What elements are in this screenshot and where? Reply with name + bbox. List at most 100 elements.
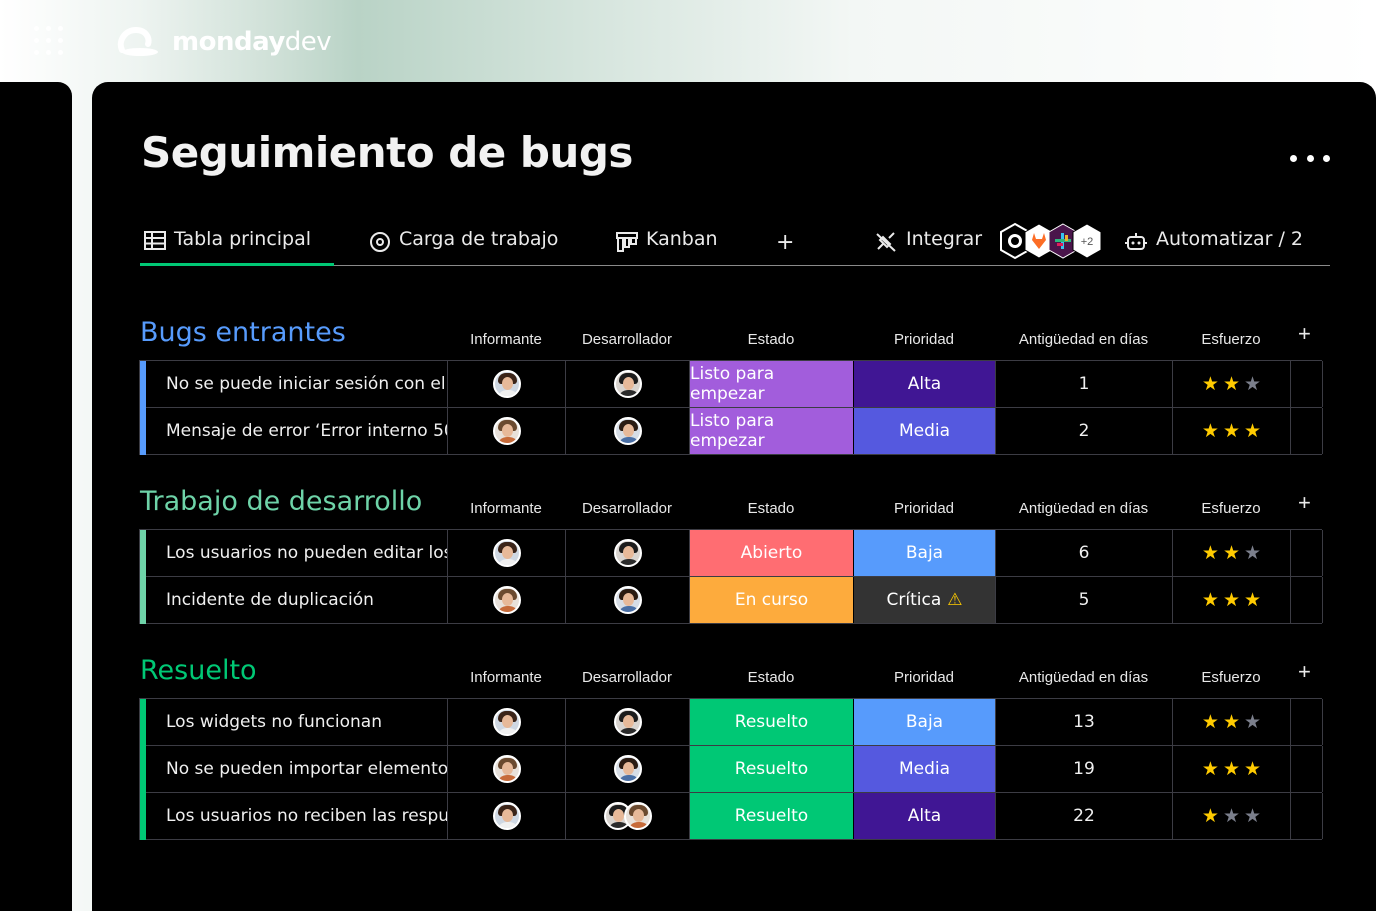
developer-cell[interactable] bbox=[566, 699, 690, 745]
developer-avatar[interactable] bbox=[613, 708, 642, 736]
developer-avatar[interactable] bbox=[613, 586, 642, 614]
star-icon[interactable]: ★ bbox=[1223, 805, 1240, 828]
star-icon[interactable]: ★ bbox=[1244, 805, 1261, 828]
reporter-cell[interactable] bbox=[448, 530, 566, 576]
table-row[interactable]: Los widgets no funcionan Resuelto Baja 13 ★ ★… bbox=[140, 699, 1323, 746]
developer-avatar[interactable] bbox=[613, 417, 642, 445]
developer-cell[interactable] bbox=[566, 408, 690, 454]
table-row[interactable]: No se puede iniciar sesión con el Listo p… bbox=[140, 361, 1323, 408]
tab-kanban[interactable]: Kanban bbox=[616, 228, 718, 266]
star-icon[interactable]: ★ bbox=[1223, 758, 1240, 781]
item-name[interactable]: Los usuarios no pueden editar los bbox=[146, 530, 448, 576]
priority-label[interactable]: Baja bbox=[854, 699, 996, 745]
star-icon[interactable]: ★ bbox=[1202, 711, 1219, 734]
star-icon[interactable]: ★ bbox=[1223, 542, 1240, 565]
developer-avatar[interactable] bbox=[613, 370, 642, 398]
column-header-developer[interactable]: Desarrollador bbox=[565, 669, 689, 686]
star-icon[interactable]: ★ bbox=[1202, 805, 1219, 828]
effort-rating[interactable]: ★ ★ ★ bbox=[1173, 361, 1291, 407]
effort-rating[interactable]: ★ ★ ★ bbox=[1173, 746, 1291, 792]
item-name[interactable]: Mensaje de error ‘Error interno 50 bbox=[146, 408, 448, 454]
priority-label[interactable]: Baja bbox=[854, 530, 996, 576]
star-icon[interactable]: ★ bbox=[1202, 373, 1219, 396]
table-row[interactable]: Mensaje de error ‘Error interno 50 Listo … bbox=[140, 408, 1323, 455]
developer-cell[interactable] bbox=[566, 746, 690, 792]
reporter-avatar[interactable] bbox=[492, 802, 521, 830]
add-view-button[interactable]: + bbox=[776, 230, 794, 268]
age-days[interactable]: 13 bbox=[996, 699, 1173, 745]
star-icon[interactable]: ★ bbox=[1202, 420, 1219, 443]
group-title[interactable]: Bugs entrantes bbox=[140, 317, 346, 348]
reporter-avatar[interactable] bbox=[492, 539, 521, 567]
add-column-button[interactable]: + bbox=[1298, 659, 1311, 685]
item-name[interactable]: No se pueden importar elementos bbox=[146, 746, 448, 792]
column-header-age[interactable]: Antigüedad en días bbox=[995, 331, 1172, 348]
integrate-button[interactable]: Integrar bbox=[874, 228, 982, 266]
reporter-cell[interactable] bbox=[448, 361, 566, 407]
tab-workload[interactable]: Carga de trabajo bbox=[369, 228, 558, 266]
status-label[interactable]: Resuelto bbox=[690, 793, 854, 839]
table-row[interactable]: No se pueden importar elementos Resuelto M… bbox=[140, 746, 1323, 793]
reporter-cell[interactable] bbox=[448, 793, 566, 839]
developer-avatar[interactable] bbox=[613, 539, 642, 567]
item-name[interactable]: Los usuarios no reciben las respue bbox=[146, 793, 448, 839]
status-label[interactable]: Resuelto bbox=[690, 699, 854, 745]
status-label[interactable]: En curso bbox=[690, 577, 854, 623]
reporter-avatar[interactable] bbox=[492, 417, 521, 445]
status-label[interactable]: Listo para empezar bbox=[690, 361, 854, 407]
column-header-reporter[interactable]: Informante bbox=[447, 669, 565, 686]
age-days[interactable]: 19 bbox=[996, 746, 1173, 792]
column-header-status[interactable]: Estado bbox=[689, 669, 853, 686]
star-icon[interactable]: ★ bbox=[1223, 373, 1240, 396]
priority-label[interactable]: Crítica ⚠ bbox=[854, 577, 996, 623]
star-rating[interactable]: ★ ★ ★ bbox=[1202, 758, 1261, 781]
effort-rating[interactable]: ★ ★ ★ bbox=[1173, 699, 1291, 745]
star-rating[interactable]: ★ ★ ★ bbox=[1202, 805, 1261, 828]
star-rating[interactable]: ★ ★ ★ bbox=[1202, 420, 1261, 443]
item-name[interactable]: Incidente de duplicación bbox=[146, 577, 448, 623]
column-header-priority[interactable]: Prioridad bbox=[853, 331, 995, 348]
developer-cell[interactable] bbox=[566, 530, 690, 576]
star-icon[interactable]: ★ bbox=[1244, 542, 1261, 565]
star-icon[interactable]: ★ bbox=[1244, 758, 1261, 781]
column-header-age[interactable]: Antigüedad en días bbox=[995, 500, 1172, 517]
more-options-icon[interactable] bbox=[1290, 152, 1330, 164]
status-label[interactable]: Listo para empezar bbox=[690, 408, 854, 454]
table-row[interactable]: Los usuarios no pueden editar los Abierto… bbox=[140, 530, 1323, 577]
column-header-developer[interactable]: Desarrollador bbox=[565, 500, 689, 517]
star-icon[interactable]: ★ bbox=[1202, 589, 1219, 612]
age-days[interactable]: 5 bbox=[996, 577, 1173, 623]
effort-rating[interactable]: ★ ★ ★ bbox=[1173, 530, 1291, 576]
priority-label[interactable]: Media bbox=[854, 408, 996, 454]
tab-main-table[interactable]: Tabla principal bbox=[140, 228, 334, 266]
priority-label[interactable]: Media bbox=[854, 746, 996, 792]
star-icon[interactable]: ★ bbox=[1223, 589, 1240, 612]
developer-cell[interactable] bbox=[566, 793, 690, 839]
star-icon[interactable]: ★ bbox=[1244, 711, 1261, 734]
status-label[interactable]: Resuelto bbox=[690, 746, 854, 792]
status-label[interactable]: Abierto bbox=[690, 530, 854, 576]
developer-cell[interactable] bbox=[566, 361, 690, 407]
age-days[interactable]: 1 bbox=[996, 361, 1173, 407]
star-icon[interactable]: ★ bbox=[1223, 420, 1240, 443]
reporter-avatar[interactable] bbox=[492, 370, 521, 398]
column-header-developer[interactable]: Desarrollador bbox=[565, 331, 689, 348]
star-icon[interactable]: ★ bbox=[1202, 758, 1219, 781]
age-days[interactable]: 2 bbox=[996, 408, 1173, 454]
table-row[interactable]: Los usuarios no reciben las respue Resuel… bbox=[140, 793, 1323, 840]
effort-rating[interactable]: ★ ★ ★ bbox=[1173, 408, 1291, 454]
item-name[interactable]: Los widgets no funcionan bbox=[146, 699, 448, 745]
column-header-age[interactable]: Antigüedad en días bbox=[995, 669, 1172, 686]
star-icon[interactable]: ★ bbox=[1244, 589, 1261, 612]
reporter-avatar[interactable] bbox=[492, 755, 521, 783]
item-name[interactable]: No se puede iniciar sesión con el bbox=[146, 361, 448, 407]
reporter-cell[interactable] bbox=[448, 746, 566, 792]
monday-dev-logo[interactable]: mondaydev bbox=[116, 24, 332, 60]
star-rating[interactable]: ★ ★ ★ bbox=[1202, 542, 1261, 565]
column-header-priority[interactable]: Prioridad bbox=[853, 669, 995, 686]
effort-rating[interactable]: ★ ★ ★ bbox=[1173, 577, 1291, 623]
column-header-status[interactable]: Estado bbox=[689, 331, 853, 348]
developer-avatar[interactable] bbox=[623, 802, 652, 830]
group-title[interactable]: Trabajo de desarrollo bbox=[140, 486, 422, 517]
reporter-cell[interactable] bbox=[448, 699, 566, 745]
